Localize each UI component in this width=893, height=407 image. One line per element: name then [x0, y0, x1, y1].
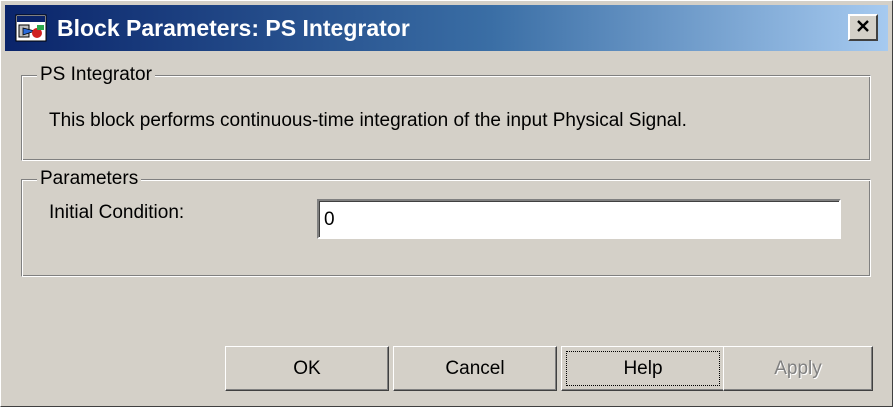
focus-indicator — [566, 351, 720, 386]
simulink-block-icon[interactable] — [15, 14, 47, 42]
initial-condition-field-wrap — [317, 199, 841, 239]
ok-button[interactable]: OK — [225, 346, 389, 391]
parameters-group: Parameters Initial Condition: — [21, 167, 871, 277]
help-button[interactable]: Help — [561, 346, 725, 391]
close-icon — [856, 19, 870, 36]
apply-button[interactable]: Apply — [723, 346, 873, 391]
initial-condition-label: Initial Condition: — [49, 202, 185, 223]
close-button[interactable] — [848, 14, 878, 41]
block-description-group: PS Integrator This block performs contin… — [21, 63, 871, 161]
cancel-button[interactable]: Cancel — [393, 346, 557, 391]
dialog-window: Block Parameters: PS Integrator PS Integ… — [0, 0, 893, 407]
cancel-button-label: Cancel — [445, 357, 505, 379]
initial-condition-input[interactable] — [319, 201, 839, 237]
apply-button-label: Apply — [774, 357, 822, 379]
group-legend: PS Integrator — [37, 63, 155, 87]
block-description: This block performs continuous-time inte… — [49, 110, 687, 131]
window-title: Block Parameters: PS Integrator — [57, 15, 410, 41]
group-legend: Parameters — [37, 167, 142, 191]
title-bar[interactable]: Block Parameters: PS Integrator — [5, 5, 888, 51]
ok-button-label: OK — [293, 357, 321, 379]
